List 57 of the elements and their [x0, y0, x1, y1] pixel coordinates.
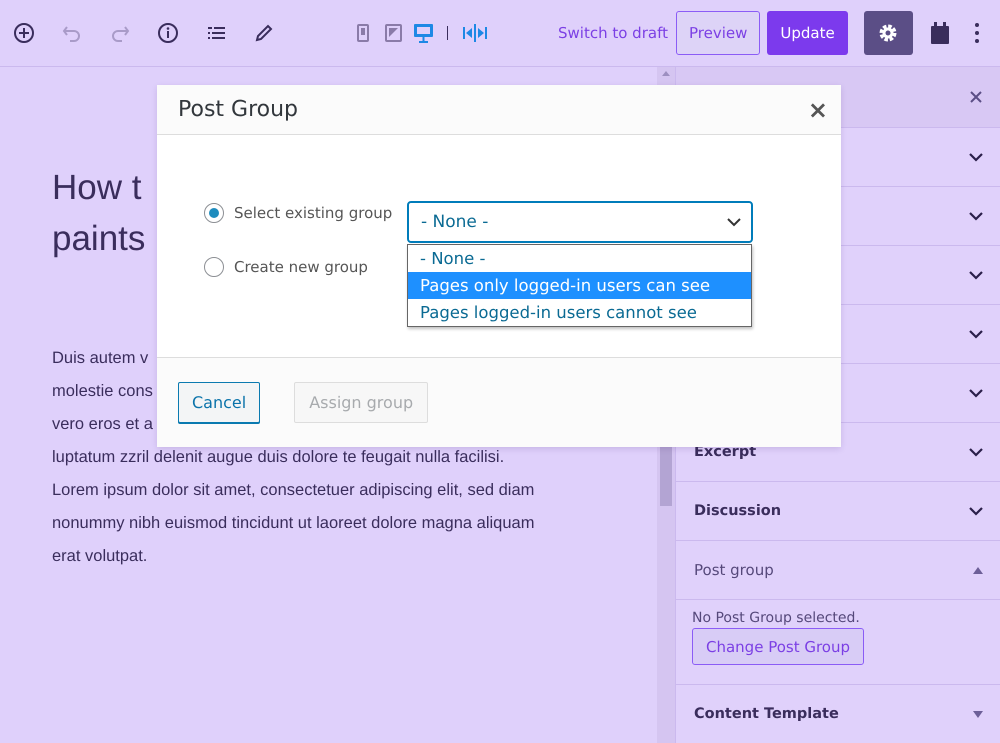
dropdown-option[interactable]: Pages only logged-in users can see [408, 272, 751, 299]
chevron-down-icon [727, 218, 741, 226]
preview-button[interactable]: Preview [676, 11, 760, 55]
close-button[interactable]: × [808, 96, 828, 124]
more-icon [974, 23, 979, 43]
chevron-down-icon [969, 211, 983, 221]
chevron-down-icon [969, 388, 983, 398]
settings-icon [877, 22, 900, 44]
change-post-group-button[interactable]: Change Post Group [692, 628, 864, 665]
close-icon [970, 91, 982, 103]
radio-label[interactable]: Create new group [234, 258, 368, 276]
settings-button[interactable] [864, 11, 913, 55]
radio-button[interactable] [204, 203, 224, 223]
panel-text: No Post Group selected. [692, 610, 860, 626]
cancel-button[interactable]: Cancel [178, 382, 260, 423]
calendar-icon [930, 22, 950, 44]
paragraph-line: vero eros et a [52, 414, 153, 435]
panel-title: Discussion [694, 503, 782, 519]
chevron-down-icon [969, 329, 983, 339]
update-button[interactable]: Update [767, 11, 848, 55]
close-button[interactable] [970, 91, 982, 103]
paragraph-line: erat volutpat. [52, 546, 148, 567]
paragraph-line: Lorem ipsum dolor sit amet, consectetuer adipiscing elit, sed diam [52, 480, 534, 501]
switch-to-draft-button[interactable]: Switch to draft [552, 13, 674, 53]
panel-header[interactable]: Content Template [676, 685, 1000, 743]
post-title: How t [52, 167, 142, 209]
tablet-icon [384, 24, 402, 42]
panel-header[interactable]: Discussion [676, 482, 1000, 541]
paragraph-line: molestie cons [52, 381, 153, 402]
paragraph-line: nonummy nibh euismod tincidunt ut laoreet dolore magna aliquam [52, 513, 534, 534]
paragraph-line: luptatum zzril delenit augue duis dolore te feugait nulla facilisi. [52, 447, 504, 468]
list-icon [206, 25, 226, 41]
radio-button[interactable] [204, 257, 224, 277]
triangle-down-icon [973, 710, 983, 718]
chevron-down-icon [969, 447, 983, 457]
triangle-up-icon [973, 566, 983, 574]
dropdown-option[interactable]: - None - [408, 245, 751, 272]
info-icon [157, 22, 179, 44]
chevron-down-icon [969, 270, 983, 280]
split-view-icon [463, 23, 487, 43]
chevron-down-icon [969, 152, 983, 162]
scroll-up-icon [662, 71, 670, 76]
pencil-icon [254, 23, 274, 43]
post-title: paints [52, 218, 146, 260]
dropdown-option[interactable]: Pages logged-in users cannot see [408, 299, 751, 326]
chevron-down-icon [969, 506, 983, 516]
dialog-title: Post Group [178, 97, 298, 122]
mobile-icon [357, 24, 369, 42]
panel-title: Post group [694, 561, 774, 579]
paragraph-line: Duis autem v [52, 348, 148, 369]
panel-header[interactable]: Post group [676, 541, 1000, 600]
add-icon [13, 22, 35, 44]
radio-label[interactable]: Select existing group [234, 204, 392, 222]
panel-title: Excerpt [694, 444, 756, 460]
group-select[interactable]: - None - [407, 201, 753, 243]
desktop-icon [412, 23, 434, 43]
panel-title: Content Template [694, 706, 839, 722]
